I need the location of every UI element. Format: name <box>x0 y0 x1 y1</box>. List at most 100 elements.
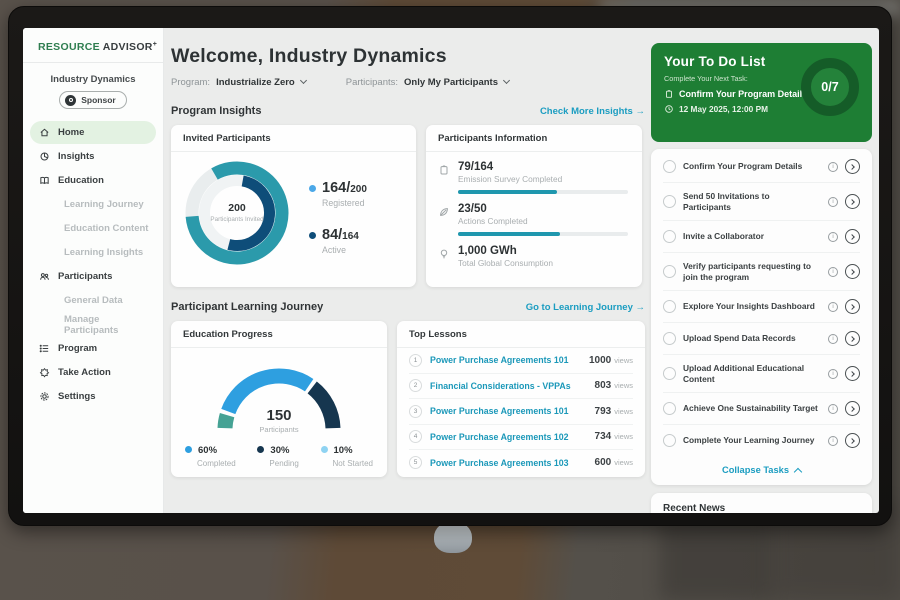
todo-progress-ring: 0/7 <box>801 58 859 116</box>
sidebar-item-home[interactable]: Home <box>30 121 156 144</box>
scene: RESOURCE ADVISOR+ Industry Dynamics Spon… <box>0 0 900 600</box>
info-icon[interactable]: i <box>828 404 838 414</box>
monitor-bezel: RESOURCE ADVISOR+ Industry Dynamics Spon… <box>8 6 892 526</box>
sidebar-item-learning-journey[interactable]: Learning Journey <box>30 193 156 216</box>
sidebar-nav: Home Insights Education Learning Journey… <box>23 121 163 408</box>
sidebar-item-insights[interactable]: Insights <box>30 145 156 168</box>
take-action-icon <box>39 367 50 378</box>
main-content: Welcome, Industry Dynamics Program:Indus… <box>171 28 645 477</box>
task-checkbox[interactable] <box>663 300 676 313</box>
sidebar-item-manage-participants[interactable]: Manage Participants <box>30 313 156 336</box>
collapse-tasks-link[interactable]: Collapse Tasks <box>663 456 860 483</box>
arrow-right-icon: → <box>636 106 646 117</box>
lesson-row: 1 Power Purchase Agreements 101 1000view… <box>409 348 633 374</box>
invited-participants-card: Invited Participants 200 Participants In… <box>171 125 416 287</box>
education-progress-card: Education Progress 150 Participants <box>171 321 387 477</box>
section-title: Program Insights <box>171 105 261 117</box>
registered-dot <box>309 185 316 192</box>
go-to-learning-journey-link[interactable]: Go to Learning Journey → <box>526 302 645 313</box>
task-open-button[interactable] <box>845 229 860 244</box>
program-list-icon <box>39 343 50 354</box>
chevron-right-icon <box>849 336 855 342</box>
insights-icon <box>39 151 50 162</box>
legend-pending: 30% Pending <box>257 440 298 468</box>
section-title: Participant Learning Journey <box>171 301 323 313</box>
info-icon[interactable]: i <box>828 197 838 207</box>
education-book-icon <box>39 175 50 186</box>
task-checkbox[interactable] <box>663 367 676 380</box>
lesson-rank: 2 <box>409 379 422 392</box>
chevron-right-icon <box>849 371 855 377</box>
chevron-down-icon <box>300 77 307 84</box>
todo-summary-card: Your To Do List Complete Your Next Task:… <box>651 43 872 142</box>
actions-leaf-icon <box>438 206 450 218</box>
lesson-rank: 4 <box>409 430 422 443</box>
task-checkbox[interactable] <box>663 160 676 173</box>
info-row-survey: 79/164Emission Survey Completed <box>426 152 642 184</box>
task-open-button[interactable] <box>845 366 860 381</box>
sidebar-item-settings[interactable]: Settings <box>30 385 156 408</box>
task-open-button[interactable] <box>845 159 860 174</box>
sponsor-badge[interactable]: Sponsor <box>59 91 126 109</box>
chevron-right-icon <box>849 406 855 412</box>
lesson-link[interactable]: Power Purchase Agreements 101 <box>430 406 587 416</box>
info-icon[interactable]: i <box>828 436 838 446</box>
task-open-button[interactable] <box>845 194 860 209</box>
lesson-link[interactable]: Financial Considerations - VPPAs <box>430 381 587 391</box>
learning-journey-header: Participant Learning Journey Go to Learn… <box>171 301 645 313</box>
task-row: Send 50 Invitations to Participants i <box>663 183 860 221</box>
sidebar-item-education-content[interactable]: Education Content <box>30 217 156 240</box>
recent-news-card: Recent News <box>651 493 872 513</box>
task-checkbox[interactable] <box>663 434 676 447</box>
donut-center-label: 200 Participants Invited <box>181 157 293 269</box>
gauge-center-label: 150 Participants <box>171 407 387 434</box>
lesson-link[interactable]: Power Purchase Agreements 102 <box>430 432 587 442</box>
pending-dot <box>257 446 264 453</box>
page-title: Welcome, Industry Dynamics <box>171 45 645 68</box>
chevron-right-icon <box>849 234 855 240</box>
lesson-link[interactable]: Power Purchase Agreements 101 <box>430 355 581 365</box>
sidebar-item-general-data[interactable]: General Data <box>30 289 156 312</box>
info-row-actions: 23/50Actions Completed <box>426 194 642 226</box>
participants-icon <box>39 271 50 282</box>
info-icon[interactable]: i <box>828 302 838 312</box>
filters-row: Program:Industrialize Zero Participants:… <box>171 77 645 88</box>
task-open-button[interactable] <box>845 433 860 448</box>
task-checkbox[interactable] <box>663 230 676 243</box>
task-open-button[interactable] <box>845 331 860 346</box>
organization-name: Industry Dynamics <box>23 74 163 85</box>
task-open-button[interactable] <box>845 401 860 416</box>
sidebar-item-learning-insights[interactable]: Learning Insights <box>30 241 156 264</box>
info-icon[interactable]: i <box>828 162 838 172</box>
recent-news-title: Recent News <box>663 503 860 513</box>
task-open-button[interactable] <box>845 264 860 279</box>
lesson-link[interactable]: Power Purchase Agreements 103 <box>430 458 587 468</box>
lesson-rank: 5 <box>409 456 422 469</box>
task-open-button[interactable] <box>845 299 860 314</box>
program-dropdown[interactable]: Program:Industrialize Zero <box>171 77 306 88</box>
chevron-right-icon <box>849 269 855 275</box>
lesson-rank: 1 <box>409 354 422 367</box>
task-checkbox[interactable] <box>663 265 676 278</box>
info-icon[interactable]: i <box>828 267 838 277</box>
home-icon <box>39 127 50 138</box>
check-more-insights-link[interactable]: Check More Insights → <box>540 106 645 117</box>
task-row: Achieve One Sustainability Target i <box>663 393 860 425</box>
task-checkbox[interactable] <box>663 332 676 345</box>
card-title: Invited Participants <box>171 125 416 152</box>
active-dot <box>309 232 316 239</box>
task-row: Verify participants requesting to join t… <box>663 253 860 291</box>
sponsor-icon <box>65 95 76 106</box>
task-checkbox[interactable] <box>663 195 676 208</box>
sidebar-item-participants[interactable]: Participants <box>30 265 156 288</box>
info-icon[interactable]: i <box>828 334 838 344</box>
info-icon[interactable]: i <box>828 369 838 379</box>
sidebar-item-education[interactable]: Education <box>30 169 156 192</box>
sidebar-item-take-action[interactable]: Take Action <box>30 361 156 384</box>
task-checkbox[interactable] <box>663 402 676 415</box>
right-column: Your To Do List Complete Your Next Task:… <box>651 28 872 513</box>
sidebar-item-program[interactable]: Program <box>30 337 156 360</box>
participants-dropdown[interactable]: Participants:Only My Participants <box>346 77 509 88</box>
task-row: Confirm Your Program Details i <box>663 151 860 183</box>
info-icon[interactable]: i <box>828 232 838 242</box>
